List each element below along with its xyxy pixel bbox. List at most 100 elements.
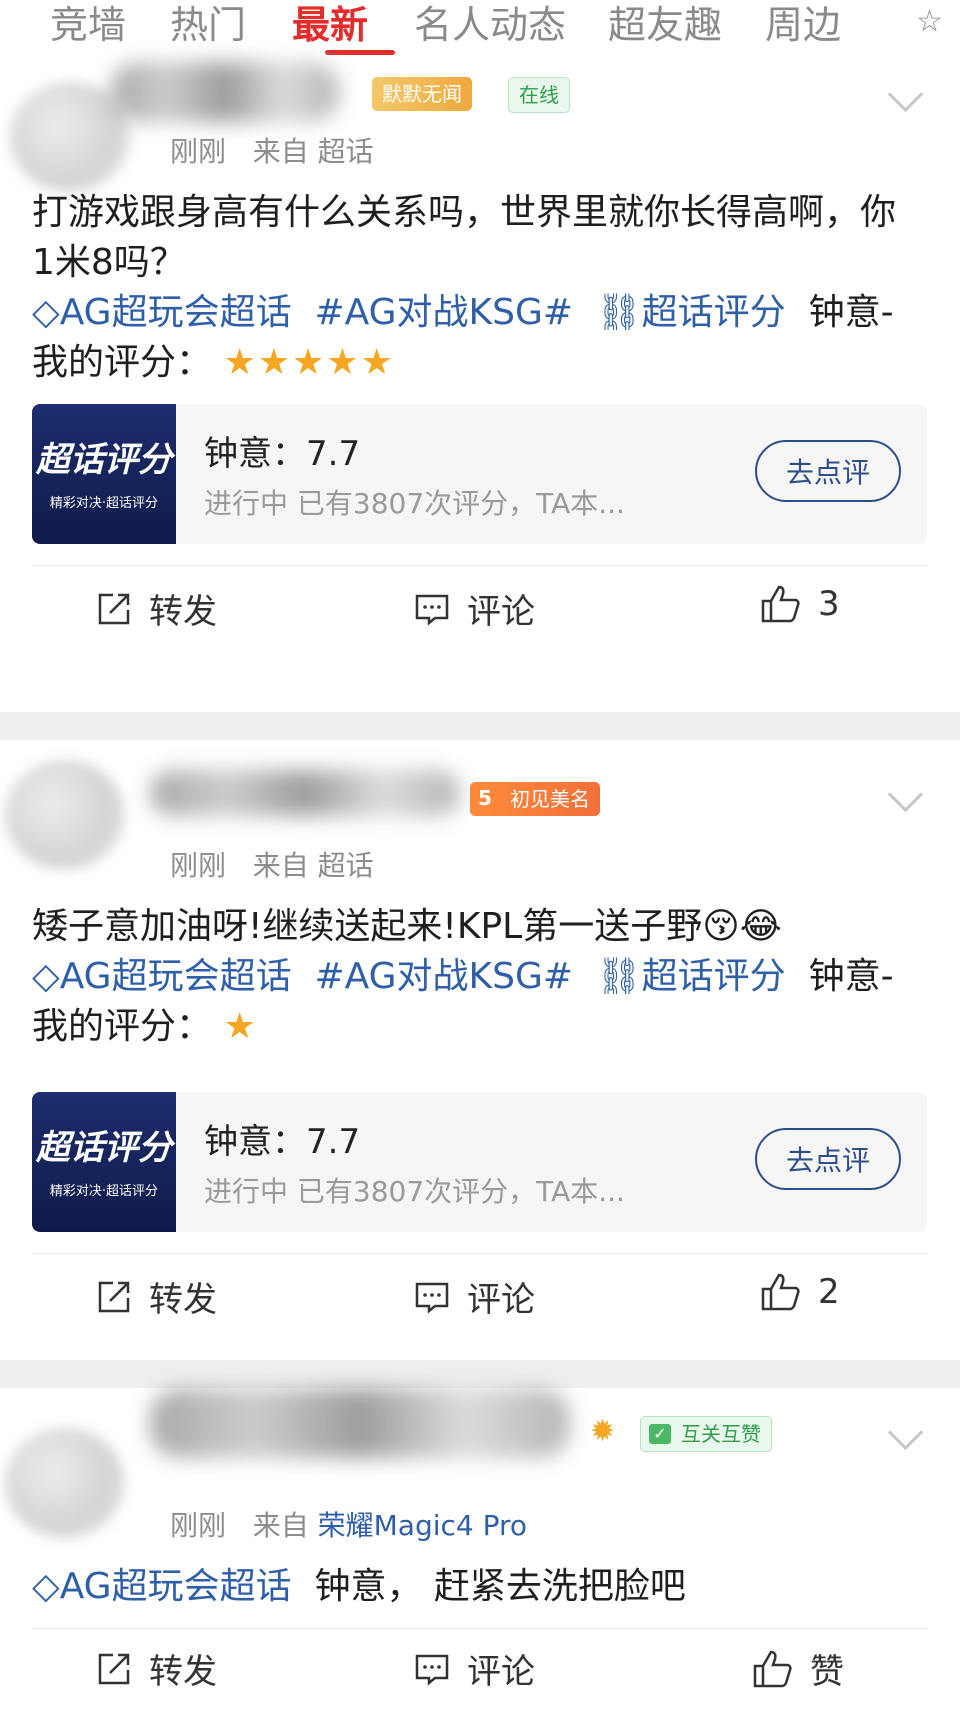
rating-card-title: 钟意：7.7	[204, 434, 361, 474]
divider	[32, 565, 927, 566]
tab-competition-wall[interactable]: 竞墙	[50, 0, 126, 49]
rating-stars: ★★★★★	[223, 342, 395, 383]
chevron-down-icon[interactable]	[887, 1414, 924, 1451]
thumbnail-subtitle: 精彩对决·超话评分	[49, 1184, 159, 1199]
post-text: 矮子意加油呀!继续送起来!KPL第一送子野😚😂	[32, 906, 782, 947]
comment-icon	[415, 1654, 449, 1686]
comment-label: 评论	[467, 1280, 535, 1320]
comment-button[interactable]: 评论	[413, 584, 535, 633]
avatar[interactable]	[5, 1428, 125, 1538]
mutual-follow-badge: ✓ 互关互赞	[640, 1416, 772, 1452]
check-icon: ✓	[649, 1424, 671, 1444]
like-count: 3	[818, 584, 840, 624]
comment-icon	[415, 594, 449, 626]
like-button[interactable]: 2	[760, 1272, 840, 1312]
post-source[interactable]: 荣耀Magic4 Pro	[318, 1509, 527, 1542]
rating-card[interactable]: 超话评分 精彩对决·超话评分 钟意：7.7 进行中 已有3807次评分，TA本.…	[32, 1092, 927, 1232]
rating-card-subtitle: 进行中 已有3807次评分，TA本...	[204, 1175, 625, 1208]
post-1: 默默无闻 在线 刚刚 来自 超话 打游戏跟身高有什么关系吗，世界里就你长得高啊，…	[0, 62, 960, 712]
user-level-badge: 默默无闻	[372, 77, 472, 111]
hashtag-link[interactable]: #AG对战KSG#	[314, 292, 573, 333]
topic-link[interactable]: ◇AG超玩会超话	[32, 956, 292, 997]
tab-celebrity-updates[interactable]: 名人动态	[414, 0, 566, 49]
tab-latest[interactable]: 最新	[292, 0, 368, 49]
rating-card[interactable]: 超话评分 精彩对决·超话评分 钟意：7.7 进行中 已有3807次评分，TA本.…	[32, 404, 927, 544]
rating-stars: ★	[223, 1006, 258, 1047]
like-button[interactable]: 3	[760, 584, 840, 624]
user-level-badge: 5 初见美名	[470, 782, 600, 816]
topic-link[interactable]: ◇AG超玩会超话	[32, 292, 292, 333]
channel-tabs: 竞墙 热门 最新 名人动态 超友趣 周边 ☆	[0, 0, 960, 62]
tab-merch[interactable]: 周边	[765, 0, 841, 49]
source-prefix: 来自	[252, 135, 309, 168]
source-prefix: 来自	[252, 849, 309, 882]
post-2: 5 初见美名 刚刚 来自 超话 矮子意加油呀!继续送起来!KPL第一送子野😚😂 …	[0, 740, 960, 1360]
tab-hot[interactable]: 热门	[170, 0, 246, 49]
post-meta: 刚刚 来自 超话	[170, 844, 374, 884]
divider	[32, 1253, 927, 1254]
rating-card-thumbnail: 超话评分 精彩对决·超话评分	[32, 1092, 176, 1232]
username-blurred[interactable]	[150, 770, 460, 816]
comment-icon	[415, 1282, 449, 1314]
repost-label: 转发	[149, 1652, 217, 1692]
diamond-icon: ◇	[32, 1566, 60, 1607]
username-blurred[interactable]	[150, 1388, 570, 1458]
badge-level: 5	[478, 786, 492, 810]
like-label: 赞	[810, 1652, 844, 1692]
thumbnail-title: 超话评分	[36, 1128, 172, 1168]
post-content: 矮子意加油呀!继续送起来!KPL第一送子野😚😂 ◇AG超玩会超话 #AG对战KS…	[32, 902, 912, 1052]
chevron-down-icon[interactable]	[887, 776, 924, 813]
avatar[interactable]	[5, 760, 125, 870]
active-tab-indicator	[325, 50, 395, 55]
post-source: 超话	[317, 135, 374, 168]
rating-link[interactable]: ⛓超话评分	[596, 956, 786, 997]
post-time: 刚刚	[170, 849, 227, 882]
comment-label: 评论	[467, 592, 535, 632]
repost-icon	[98, 593, 130, 624]
rating-card-thumbnail: 超话评分 精彩对决·超话评分	[32, 404, 176, 544]
comment-button[interactable]: 评论	[413, 1272, 535, 1321]
post-text: 钟意， 赶紧去洗把脸吧	[314, 1566, 686, 1607]
repost-label: 转发	[149, 1280, 217, 1320]
link-icon: ⛓	[595, 956, 642, 997]
diamond-icon: ◇	[32, 956, 60, 997]
like-button[interactable]: 赞	[752, 1644, 844, 1693]
thumbs-up-icon	[761, 1273, 800, 1311]
post-separator	[0, 712, 960, 740]
post-separator	[0, 1360, 960, 1388]
repost-button[interactable]: 转发	[95, 1644, 217, 1693]
link-icon: ⛓	[595, 292, 642, 333]
like-count: 2	[818, 1272, 840, 1312]
online-status-badge: 在线	[508, 77, 570, 113]
rating-link[interactable]: ⛓超话评分	[596, 292, 786, 333]
go-rate-button[interactable]: 去点评	[755, 440, 901, 502]
repost-button[interactable]: 转发	[95, 1272, 217, 1321]
tab-fans-fun[interactable]: 超友趣	[608, 0, 722, 49]
repost-icon	[98, 1281, 130, 1312]
post-text: 打游戏跟身高有什么关系吗，世界里就你长得高啊，你1米8吗？	[32, 192, 897, 283]
comment-button[interactable]: 评论	[413, 1644, 535, 1693]
repost-icon	[98, 1653, 130, 1684]
star-icon: ☆	[916, 4, 943, 39]
repost-label: 转发	[149, 592, 217, 632]
post-content: 打游戏跟身高有什么关系吗，世界里就你长得高啊，你1米8吗？ ◇AG超玩会超话 #…	[32, 188, 912, 388]
comment-label: 评论	[467, 1652, 535, 1692]
go-rate-button[interactable]: 去点评	[755, 1128, 901, 1190]
hashtag-link[interactable]: #AG对战KSG#	[314, 956, 573, 997]
thumbs-up-icon	[753, 1650, 792, 1687]
chevron-down-icon[interactable]	[887, 76, 924, 113]
divider	[32, 1628, 927, 1629]
post-meta: 刚刚 来自 荣耀Magic4 Pro	[170, 1504, 527, 1544]
post-time: 刚刚	[170, 135, 227, 168]
repost-button[interactable]: 转发	[95, 584, 217, 633]
post-source: 超话	[317, 849, 374, 882]
thumbnail-title: 超话评分	[36, 440, 172, 480]
thumbs-up-icon	[761, 585, 800, 623]
post-content: ◇AG超玩会超话 钟意， 赶紧去洗把脸吧	[32, 1562, 912, 1612]
source-prefix: 来自	[252, 1509, 309, 1542]
topic-link[interactable]: ◇AG超玩会超话	[32, 1566, 292, 1607]
diamond-icon: ◇	[32, 292, 60, 333]
rating-card-subtitle: 进行中 已有3807次评分，TA本...	[204, 487, 625, 520]
username-blurred[interactable]	[110, 62, 340, 122]
post-3: ✹ ✓ 互关互赞 刚刚 来自 荣耀Magic4 Pro ◇AG超玩会超话 钟意，…	[0, 1388, 960, 1724]
